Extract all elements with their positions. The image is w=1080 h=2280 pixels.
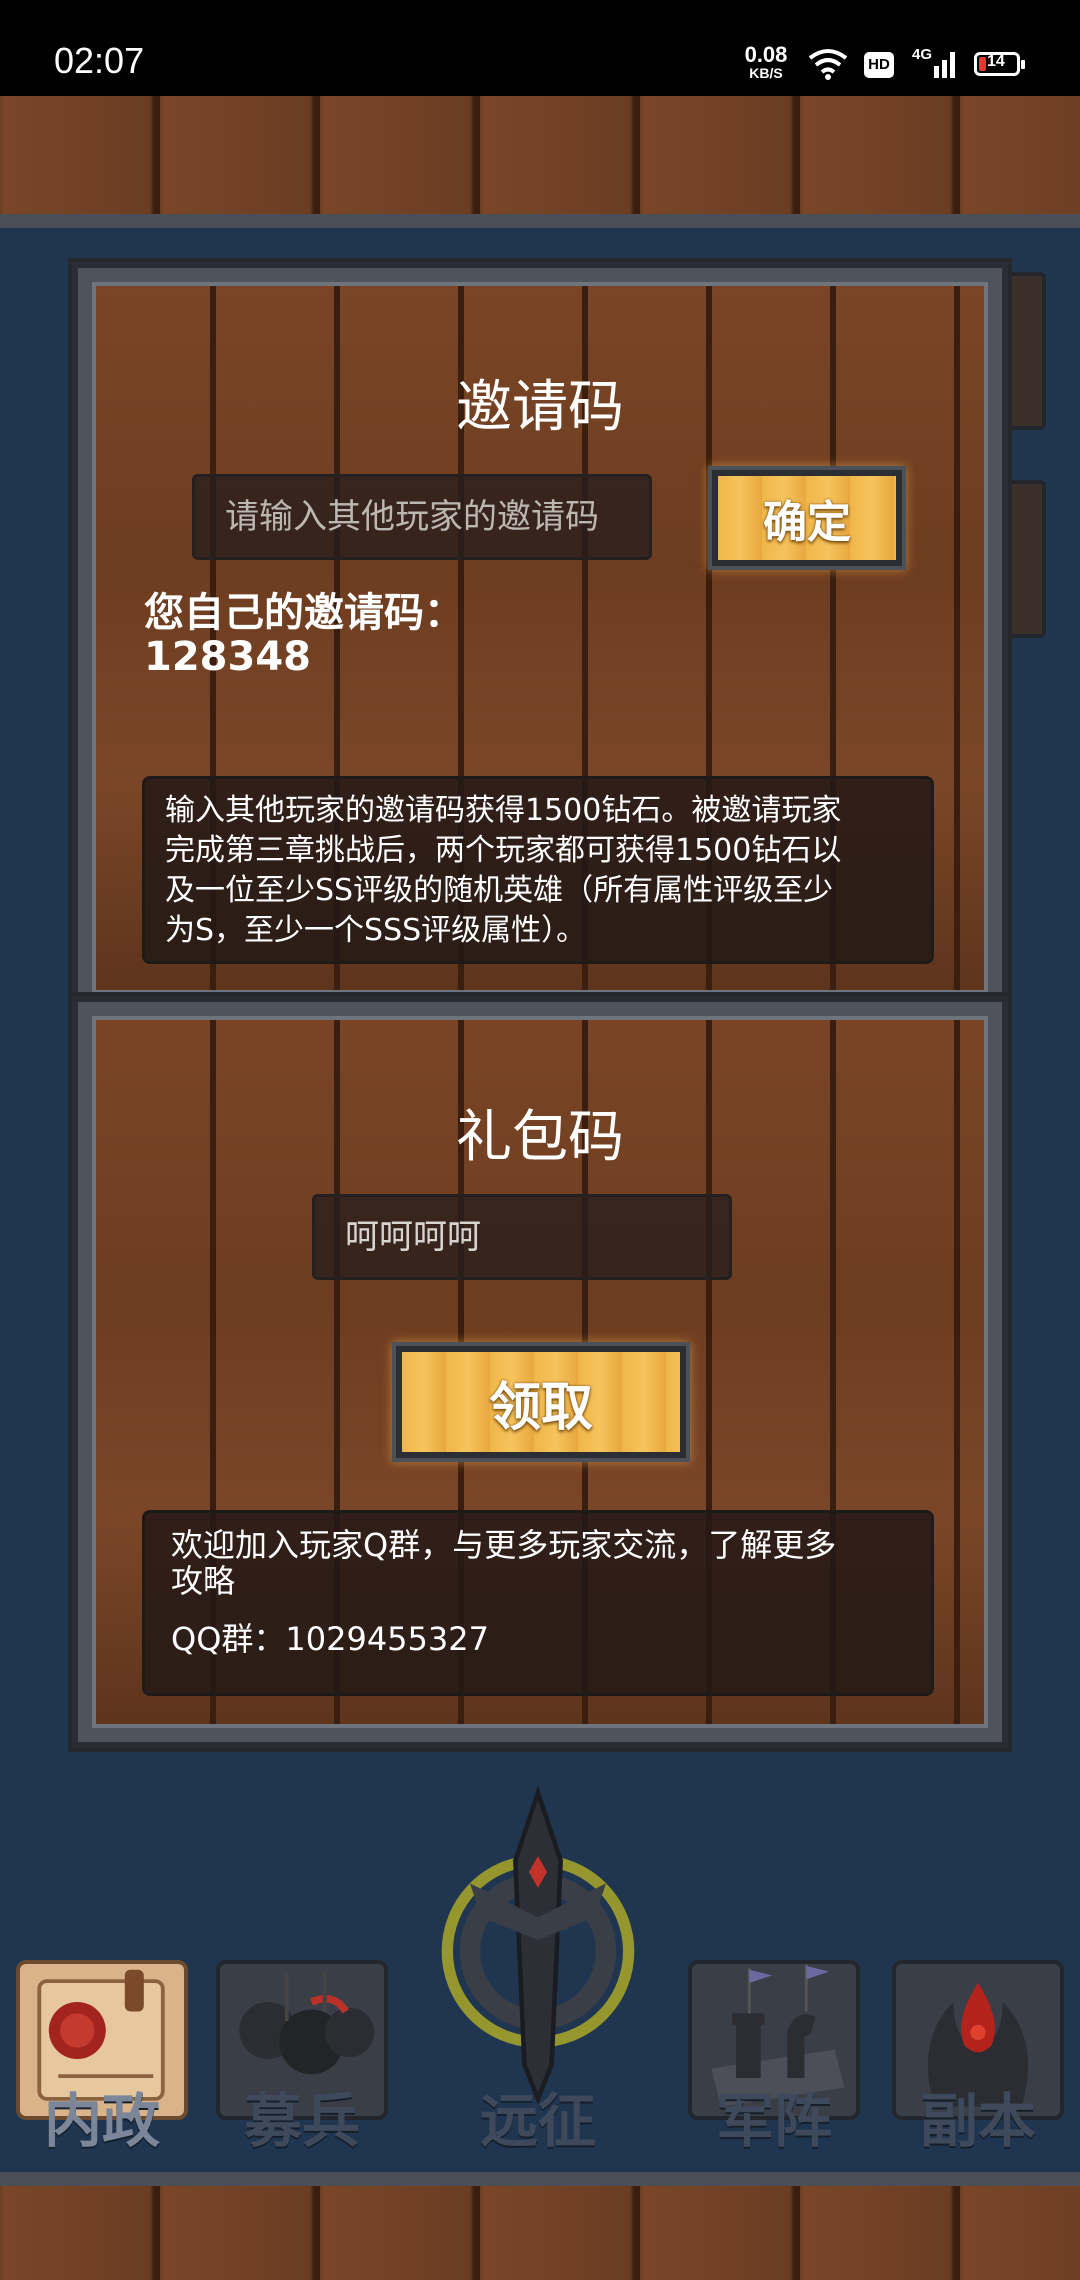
- gift-code-panel: 礼包码 呵呵呵呵 领取 欢迎加入玩家Q群，与更多玩家交流，了解更多 攻略 QQ群…: [72, 996, 1008, 1748]
- status-time: 02:07: [54, 40, 145, 81]
- battery-level: 14: [987, 53, 1005, 70]
- nav-item-expedition[interactable]: 远征: [438, 1785, 638, 2170]
- claim-button[interactable]: 领取: [396, 1346, 686, 1458]
- nav-item-domestic[interactable]: 内政: [2, 1920, 202, 2170]
- bottom-wood-bar: [0, 2172, 1080, 2280]
- network-speed-unit: KB/S: [749, 65, 783, 81]
- gift-code-input[interactable]: 呵呵呵呵: [312, 1194, 732, 1280]
- invite-code-panel: 邀请码 请输入其他玩家的邀请码 确定 您自己的邀请码： 128348 输入其他玩…: [72, 262, 1008, 1014]
- status-bar: 02:07 0.08 KB/S HD 4G 14: [0, 0, 1080, 96]
- nav-label-formation: 军阵: [715, 2087, 832, 2155]
- gift-panel-title: 礼包码: [456, 1105, 624, 1170]
- own-invite-code-label: 您自己的邀请码：: [144, 590, 464, 636]
- invite-info-line: 为S，至少一个SSS评级属性）。: [165, 913, 587, 948]
- invite-info-line: 完成第三章挑战后，两个玩家都可获得1500钻石以: [165, 833, 842, 868]
- signal-icon: 4G: [912, 46, 960, 80]
- invite-info-line: 及一位至少SS评级的随机英雄（所有属性评级至少: [165, 873, 834, 908]
- gift-info-box: 欢迎加入玩家Q群，与更多玩家交流，了解更多 攻略 QQ群：1029455327: [142, 1510, 934, 1696]
- nav-label-dungeon: 副本: [919, 2087, 1036, 2155]
- nav-item-formation[interactable]: 军阵: [674, 1920, 874, 2170]
- nav-label-domestic: 内政: [43, 2087, 160, 2155]
- invite-panel-title: 邀请码: [456, 375, 624, 440]
- top-wood-bar: [0, 96, 1080, 228]
- battery-icon: 14: [974, 52, 1025, 76]
- signal-label: 4G: [912, 46, 933, 63]
- invite-info-line: 输入其他玩家的邀请码获得1500钻石。被邀请玩家: [165, 793, 842, 828]
- invite-code-input[interactable]: 请输入其他玩家的邀请码: [192, 474, 652, 560]
- nav-item-dungeon[interactable]: 副本: [878, 1920, 1078, 2170]
- wifi-icon: [808, 49, 848, 80]
- bottom-navigation: 内政 募兵 远征 军阵 副本: [0, 1770, 1080, 2170]
- nav-item-recruit[interactable]: 募兵: [202, 1920, 402, 2170]
- gift-info-line: 欢迎加入玩家Q群，与更多玩家交流，了解更多: [171, 1526, 837, 1564]
- own-invite-code-value: 128348: [144, 634, 311, 680]
- confirm-button[interactable]: 确定: [712, 470, 902, 566]
- gift-info-line: 攻略: [171, 1562, 236, 1600]
- hd-icon: HD: [864, 52, 894, 78]
- invite-info-box: 输入其他玩家的邀请码获得1500钻石。被邀请玩家 完成第三章挑战后，两个玩家都可…: [142, 776, 934, 964]
- nav-label-recruit: 募兵: [243, 2087, 360, 2155]
- nav-label-expedition: 远征: [479, 2087, 596, 2155]
- sword-emblem-icon: [441, 1785, 635, 2105]
- network-speed-value: 0.08: [744, 42, 788, 67]
- qq-group-text: QQ群：1029455327: [171, 1620, 489, 1658]
- network-speed: 0.08 KB/S: [738, 42, 794, 81]
